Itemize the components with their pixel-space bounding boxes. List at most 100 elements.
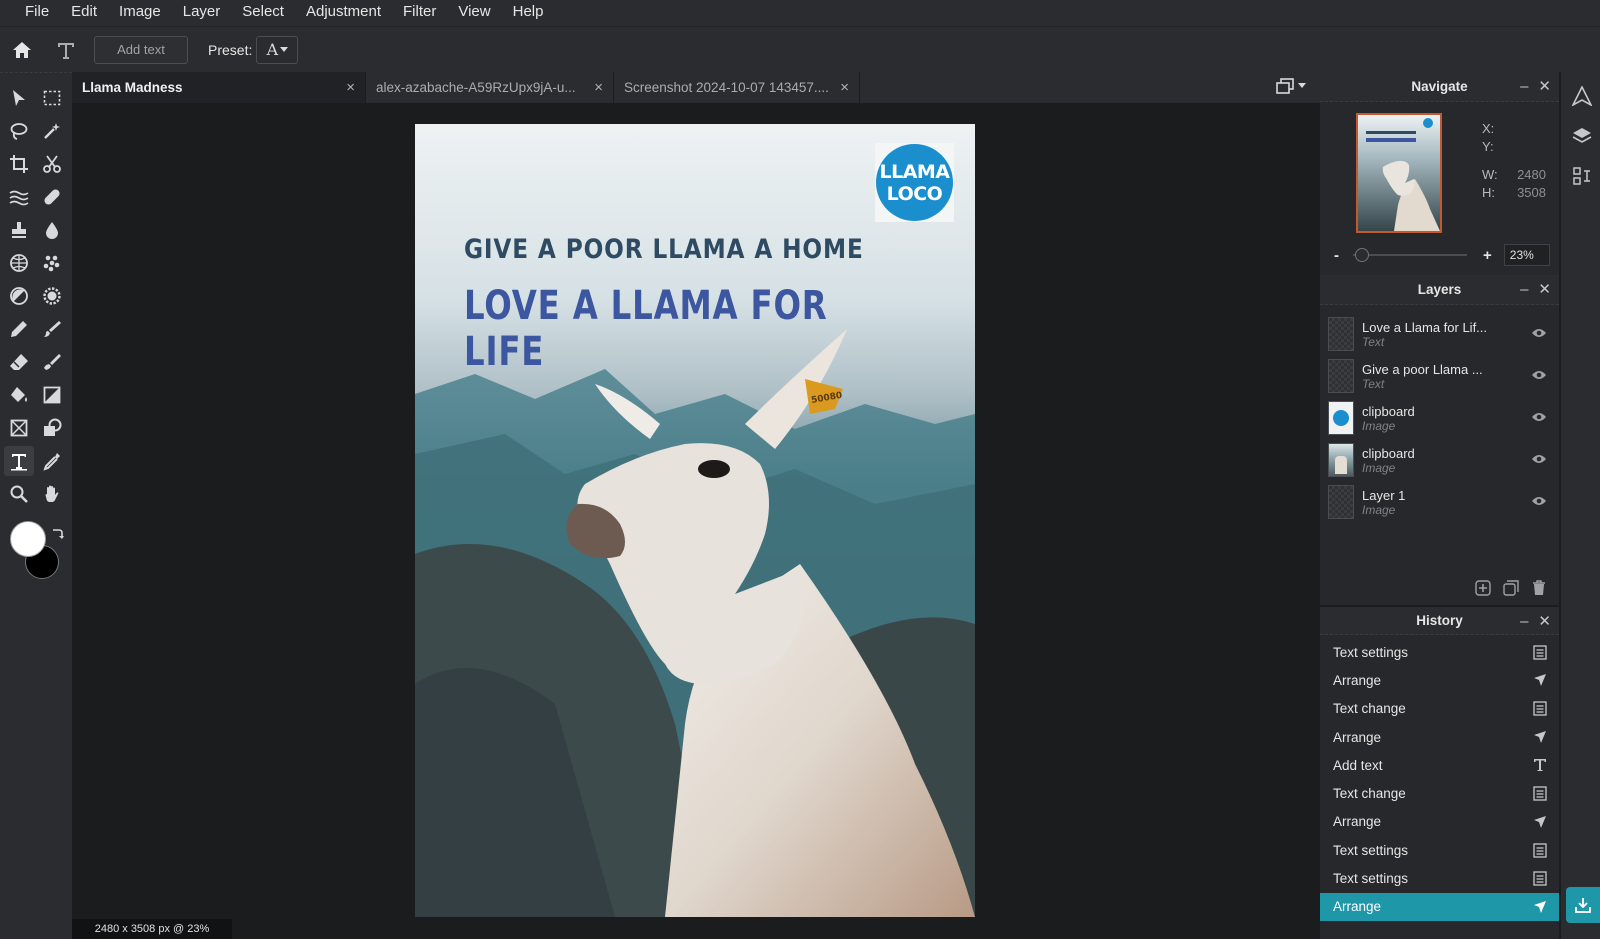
history-item[interactable]: Text settings (1320, 864, 1559, 892)
close-icon[interactable]: ✕ (1538, 79, 1551, 94)
paint-bucket-tool[interactable] (4, 380, 34, 410)
canvas-workspace[interactable]: 50080 LLAMA LOCO GIVE A POOR LLAMA A HOM… (72, 103, 1320, 939)
history-item[interactable]: Arrange (1320, 723, 1559, 751)
home-button[interactable] (0, 40, 44, 60)
menu-layer[interactable]: Layer (172, 0, 232, 26)
move-tool[interactable] (4, 83, 34, 113)
hand-tool[interactable] (37, 479, 67, 509)
eye-icon[interactable] (1531, 369, 1547, 381)
eye-icon[interactable] (1531, 327, 1547, 339)
lasso-tool[interactable] (4, 116, 34, 146)
history-item[interactable]: Text change (1320, 779, 1559, 807)
sponge-tool[interactable] (4, 248, 34, 278)
close-icon[interactable]: ✕ (1538, 282, 1551, 297)
blur-tool[interactable] (37, 215, 67, 245)
close-icon[interactable]: × (346, 79, 355, 96)
window-arrange-button[interactable] (1276, 78, 1306, 94)
zoom-slider[interactable] (1353, 248, 1467, 262)
eye-icon[interactable] (1531, 453, 1547, 465)
menu-image[interactable]: Image (108, 0, 172, 26)
close-icon[interactable]: ✕ (1538, 614, 1551, 629)
foreground-color-swatch[interactable] (10, 521, 46, 557)
smudge-tool[interactable] (37, 347, 67, 377)
menu-edit[interactable]: Edit (60, 0, 108, 26)
zoom-tool[interactable] (4, 479, 34, 509)
layer-item[interactable]: clipboard Image (1320, 439, 1559, 481)
burn-tool[interactable] (37, 281, 67, 311)
menu-file[interactable]: File (14, 0, 60, 26)
history-item[interactable]: Arrange (1320, 666, 1559, 694)
eraser-tool[interactable] (4, 347, 34, 377)
swap-colors-icon[interactable] (50, 527, 64, 541)
menu-select[interactable]: Select (231, 0, 295, 26)
menu-filter[interactable]: Filter (392, 0, 447, 26)
crop-tool[interactable] (4, 149, 34, 179)
pointer-icon (13, 90, 25, 106)
headline-large-text[interactable]: LOVE A LLAMA FOR LIFE (464, 283, 878, 375)
history-item[interactable]: Add text (1320, 751, 1559, 779)
eye-icon[interactable] (1531, 411, 1547, 423)
zoom-percent-input[interactable]: 23% (1503, 244, 1550, 266)
navigate-panel-icon[interactable] (1572, 86, 1592, 106)
add-layer-icon[interactable] (1475, 580, 1491, 596)
frame-tool[interactable] (4, 413, 34, 443)
layer-thumbnail (1328, 401, 1354, 435)
hand-icon (45, 485, 59, 502)
layer-type: Text (1362, 334, 1385, 349)
layers-panel-icon[interactable] (1572, 126, 1592, 146)
document-canvas[interactable]: 50080 LLAMA LOCO GIVE A POOR LLAMA A HOM… (415, 124, 975, 917)
tab-llama-madness[interactable]: Llama Madness × (72, 72, 366, 103)
eye-icon[interactable] (1531, 495, 1547, 507)
minimize-icon[interactable]: – (1520, 79, 1528, 94)
close-icon[interactable]: × (840, 79, 849, 96)
pencil-tool[interactable] (4, 314, 34, 344)
gradient-tool[interactable] (37, 380, 67, 410)
history-item[interactable]: Text settings (1320, 638, 1559, 666)
clone-stamp-tool[interactable] (4, 215, 34, 245)
layer-item[interactable]: clipboard Image (1320, 397, 1559, 439)
brush-tool[interactable] (37, 314, 67, 344)
bandage-icon (44, 189, 60, 205)
cut-tool[interactable] (37, 149, 67, 179)
close-icon[interactable]: × (594, 79, 603, 96)
healing-tool[interactable] (37, 182, 67, 212)
layer-item[interactable]: Love a Llama for Lif... Text (1320, 313, 1559, 355)
menu-view[interactable]: View (447, 0, 501, 26)
history-header: History – ✕ (1320, 605, 1559, 635)
zoom-in-button[interactable]: + (1483, 247, 1492, 264)
headline-small-text[interactable]: GIVE A POOR LLAMA A HOME (464, 234, 864, 265)
menu-adjustment[interactable]: Adjustment (295, 0, 392, 26)
history-item[interactable]: Arrange (1320, 808, 1559, 836)
eyedropper-tool[interactable] (37, 446, 67, 476)
trash-icon[interactable] (1531, 580, 1547, 596)
shape-tool[interactable] (37, 413, 67, 443)
liquify-tool[interactable] (4, 182, 34, 212)
history-item-active[interactable]: Arrange (1320, 892, 1559, 921)
dodge-icon (10, 287, 28, 305)
tool-palette (0, 72, 72, 939)
tab-alex-azabache[interactable]: alex-azabache-A59RzUpx9jA-u... × (366, 72, 614, 103)
minimize-icon[interactable]: – (1520, 282, 1528, 297)
add-text-button[interactable]: Add text (94, 35, 188, 64)
tab-screenshot[interactable]: Screenshot 2024-10-07 143457.... × (614, 72, 860, 103)
history-item[interactable]: Text change (1320, 695, 1559, 723)
type-tool[interactable] (4, 446, 34, 476)
navigator-thumbnail[interactable] (1356, 113, 1442, 233)
duplicate-layer-icon[interactable] (1503, 580, 1519, 596)
dots-tool[interactable] (37, 248, 67, 278)
marquee-tool[interactable] (37, 83, 67, 113)
zoom-slider-handle[interactable] (1355, 248, 1369, 262)
preset-dropdown[interactable]: A (256, 35, 299, 64)
export-button[interactable] (1566, 887, 1600, 923)
magic-wand-tool[interactable] (37, 116, 67, 146)
layer-name: clipboard (1362, 403, 1415, 419)
layer-item[interactable]: Give a poor Llama ... Text (1320, 355, 1559, 397)
minimize-icon[interactable]: – (1520, 614, 1528, 629)
menu-help[interactable]: Help (502, 0, 555, 26)
dodge-tool[interactable] (4, 281, 34, 311)
frame-icon (10, 419, 28, 437)
layer-item[interactable]: Layer 1 Image (1320, 481, 1559, 523)
zoom-out-button[interactable]: - (1334, 247, 1339, 264)
history-panel-icon[interactable] (1572, 166, 1592, 186)
history-item[interactable]: Text settings (1320, 836, 1559, 864)
